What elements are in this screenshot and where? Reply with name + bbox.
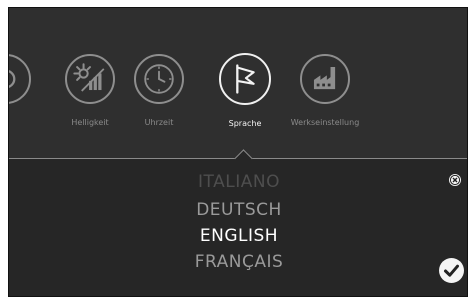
factory-icon	[300, 54, 350, 104]
device-screen: Helligkeit Uhrzeit Sprache Werkseinstell…	[8, 7, 468, 297]
tile-label-helligkeit: Helligkeit	[71, 118, 109, 127]
close-icon	[449, 174, 461, 186]
language-option-english[interactable]: ENGLISH	[139, 226, 339, 246]
close-button[interactable]	[449, 174, 461, 186]
tile-label-werkseinstellung: Werkseinstellung	[290, 118, 360, 127]
partial-tile-icon	[9, 54, 31, 104]
language-option-francais[interactable]: FRANÇAIS	[139, 252, 339, 272]
flag-icon	[219, 53, 271, 105]
tile-werkseinstellung[interactable]: Werkseinstellung	[285, 54, 365, 127]
partial-tile[interactable]	[9, 54, 31, 104]
clock-icon	[134, 54, 184, 104]
tile-uhrzeit[interactable]: Uhrzeit	[119, 54, 199, 127]
brightness-icon	[65, 54, 115, 104]
settings-menu-bar: Helligkeit Uhrzeit Sprache Werkseinstell…	[9, 8, 467, 158]
tile-helligkeit[interactable]: Helligkeit	[50, 54, 130, 127]
language-option-deutsch[interactable]: DEUTSCH	[139, 200, 339, 220]
confirm-button[interactable]	[439, 258, 464, 283]
tile-sprache[interactable]: Sprache	[205, 53, 285, 128]
tile-label-uhrzeit: Uhrzeit	[144, 118, 174, 127]
language-option-italiano[interactable]: ITALIANO	[139, 172, 339, 192]
tile-label-sprache: Sprache	[228, 119, 262, 128]
checkmark-icon	[444, 264, 459, 277]
